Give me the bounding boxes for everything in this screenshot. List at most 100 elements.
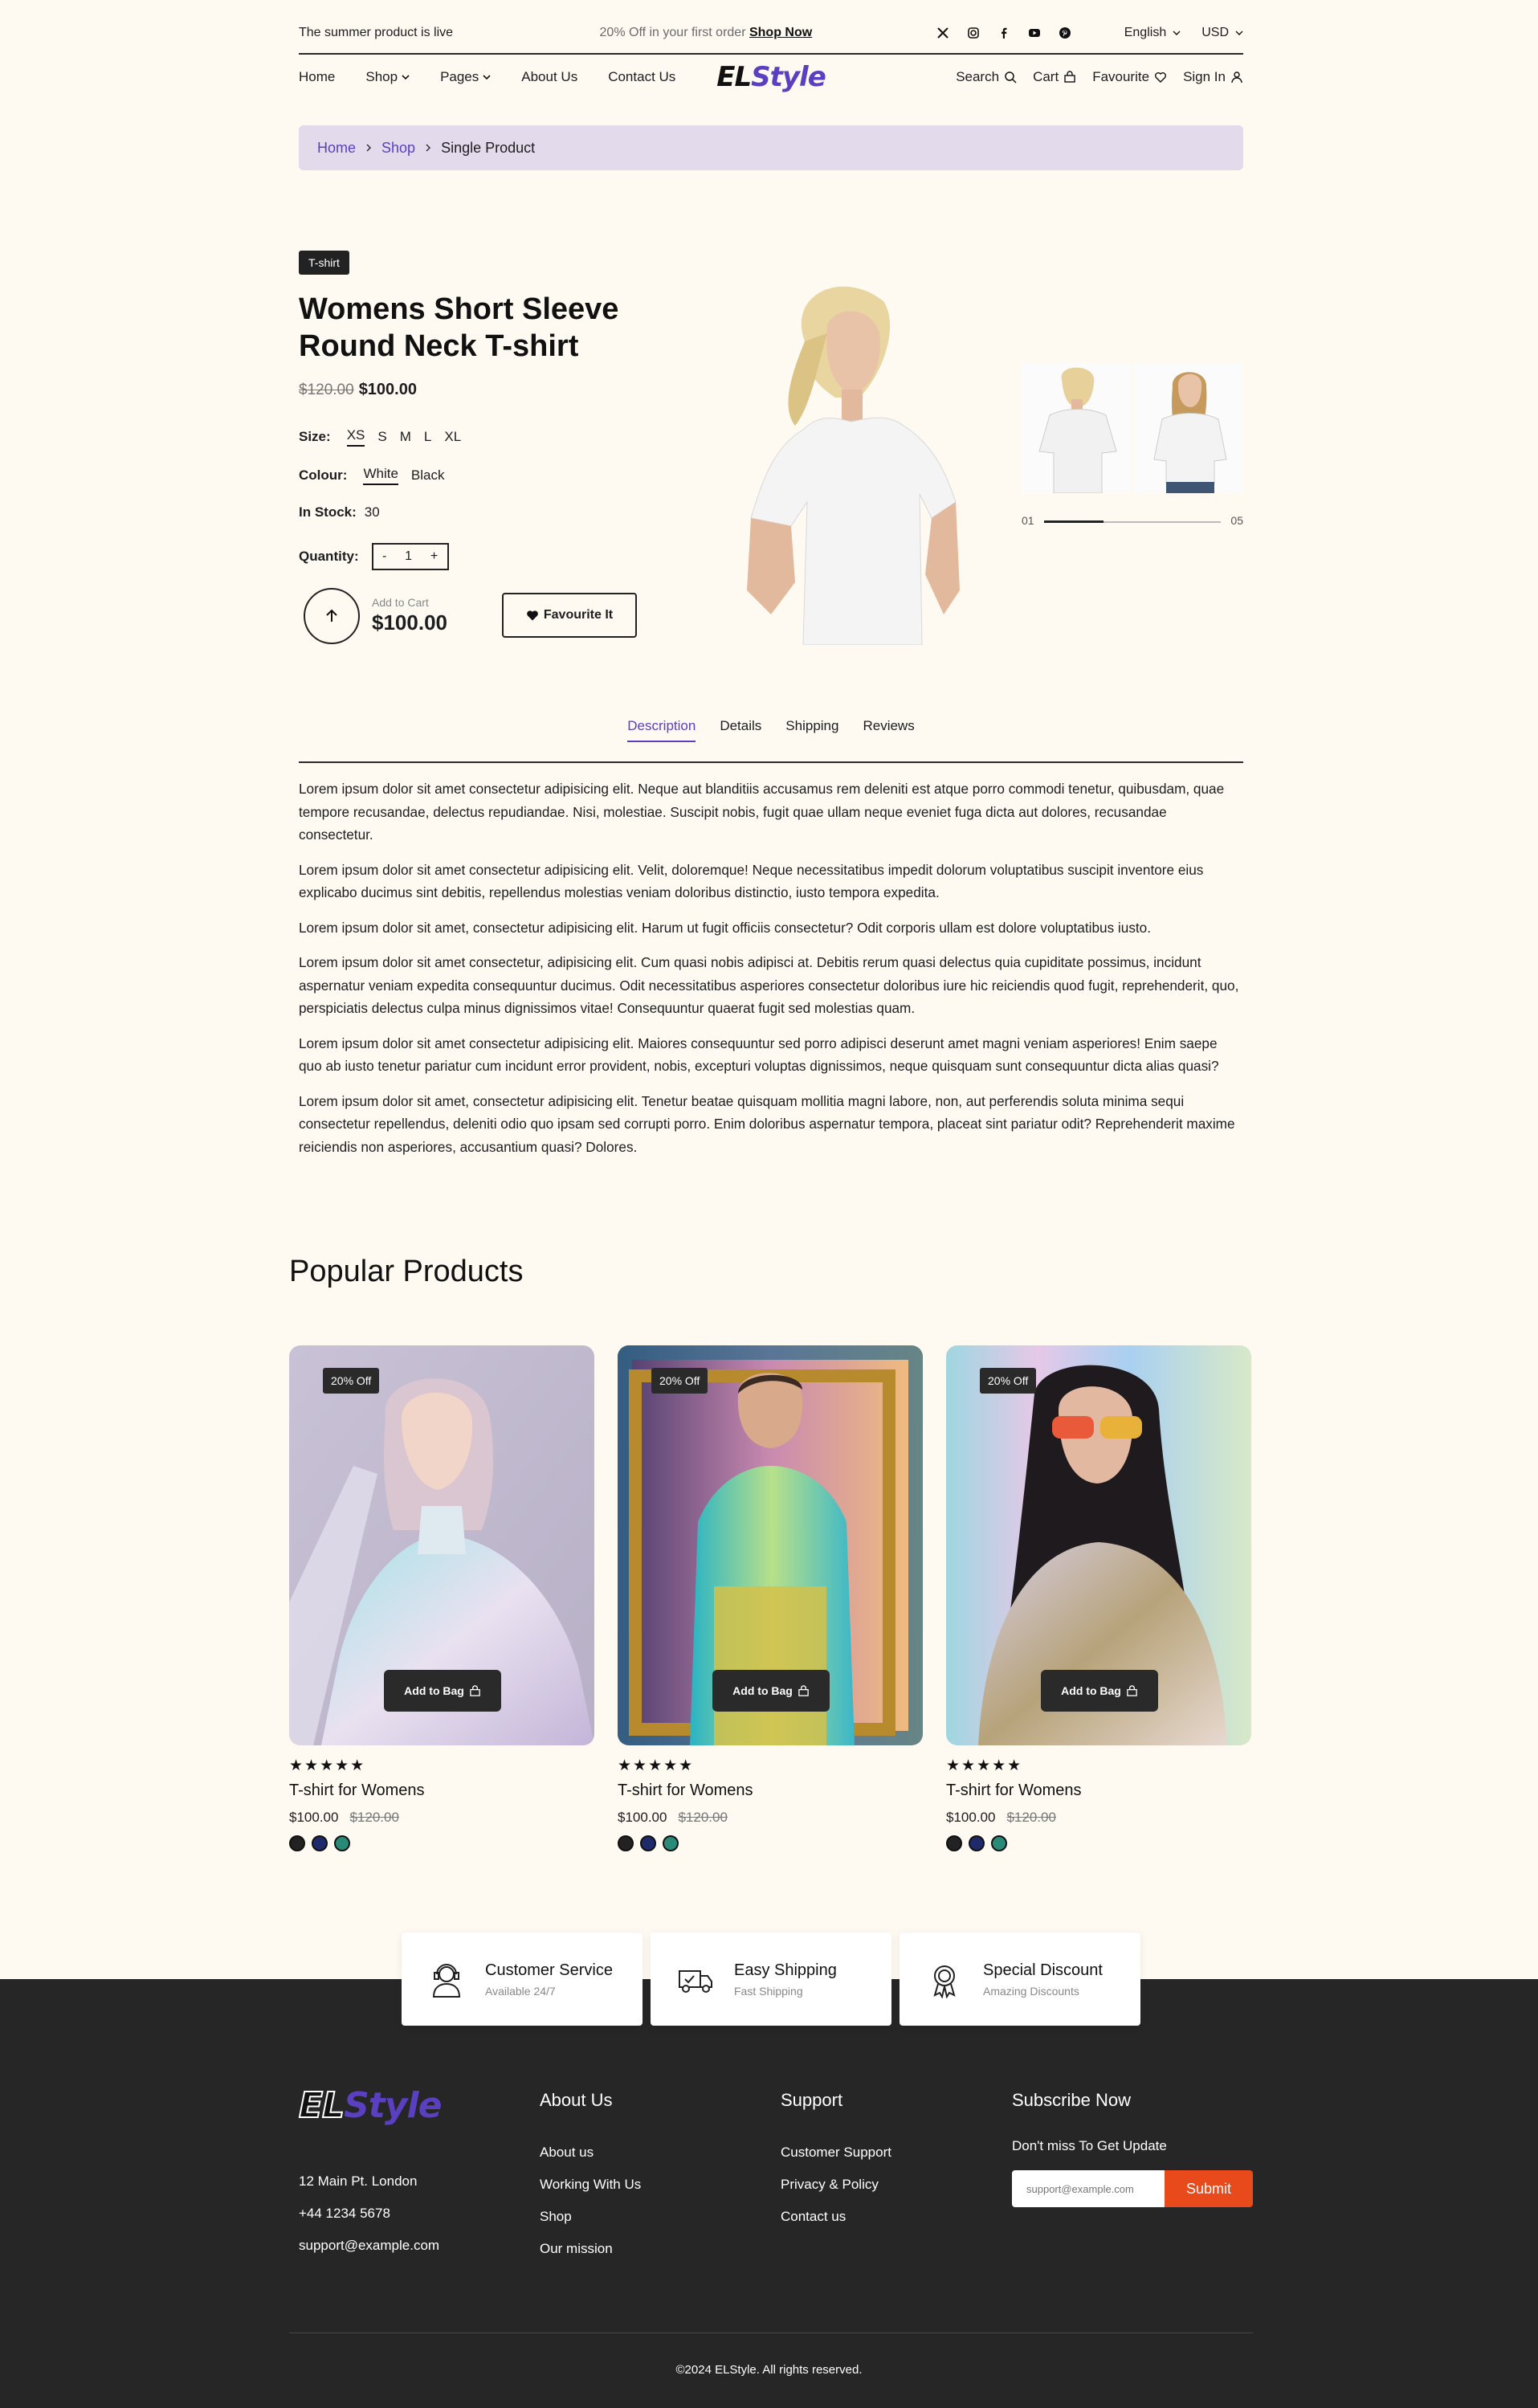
quantity-value[interactable]: 1	[405, 549, 412, 564]
add-to-bag-button[interactable]: Add to Bag	[712, 1670, 830, 1712]
product-card[interactable]: 20% Off Add to Bag ★★★★★ T-shirt for Wom…	[289, 1345, 594, 1851]
colour-option[interactable]: White	[363, 466, 398, 485]
bag-icon	[1127, 1684, 1137, 1696]
product-title: Womens Short Sleeve Round Neck T-shirt	[299, 292, 619, 363]
nav-about[interactable]: About Us	[521, 69, 577, 85]
product-price: $120.00 $100.00	[299, 381, 417, 399]
submit-button[interactable]: Submit	[1165, 2170, 1253, 2207]
description-paragraph: Lorem ipsum dolor sit amet consectetur, …	[299, 954, 1239, 1016]
subscribe-email-input[interactable]	[1012, 2170, 1165, 2207]
currency-select[interactable]: USD	[1201, 26, 1243, 40]
product-thumbnail[interactable]	[1022, 363, 1131, 493]
chevron-right-icon	[366, 144, 372, 152]
product-name[interactable]: T-shirt for Womens	[618, 1782, 923, 1800]
product-thumbnail[interactable]	[1134, 363, 1243, 493]
product-name[interactable]: T-shirt for Womens	[946, 1782, 1251, 1800]
promo-text: 20% Off in your first order Shop Now	[599, 26, 813, 39]
breadcrumb-home[interactable]: Home	[317, 140, 356, 157]
product-tabs: Description Details Shipping Reviews	[299, 718, 1243, 742]
color-swatch[interactable]	[991, 1835, 1007, 1851]
footer-link[interactable]: Working With Us	[540, 2177, 641, 2193]
add-to-cart-button[interactable]	[304, 588, 360, 644]
colour-option[interactable]: Black	[411, 467, 445, 484]
size-option[interactable]: XL	[444, 429, 461, 445]
description-paragraph: Lorem ipsum dolor sit amet, consectetur …	[299, 1092, 1235, 1155]
size-option[interactable]: S	[377, 429, 386, 445]
breadcrumb-shop[interactable]: Shop	[381, 140, 415, 157]
chevron-down-icon	[483, 75, 491, 80]
chevron-down-icon	[1235, 31, 1243, 35]
decrease-button[interactable]: -	[382, 549, 386, 564]
product-main-image[interactable]	[715, 277, 972, 645]
color-swatches	[946, 1835, 1251, 1851]
instagram-icon[interactable]	[967, 27, 980, 39]
rating-stars: ★★★★★	[946, 1757, 1023, 1774]
favourite-button[interactable]: Favourite	[1092, 69, 1167, 85]
nav-shop[interactable]: Shop	[365, 69, 410, 85]
color-swatch[interactable]	[312, 1835, 328, 1851]
footer-link[interactable]: Shop	[540, 2209, 641, 2225]
color-swatch[interactable]	[289, 1835, 305, 1851]
signin-button[interactable]: Sign In	[1183, 69, 1243, 85]
footer-email[interactable]: support@example.com	[299, 2230, 439, 2262]
site-logo[interactable]: ELStyle	[716, 61, 826, 93]
description-paragraph: Lorem ipsum dolor sit amet consectetur a…	[299, 861, 1204, 901]
rating-stars: ★★★★★	[289, 1757, 366, 1774]
old-price: $120.00	[678, 1810, 728, 1825]
search-icon	[1005, 71, 1017, 84]
product-price: $100.00	[618, 1810, 667, 1825]
current-price: $100.00	[358, 381, 417, 398]
footer-link[interactable]: Our mission	[540, 2241, 641, 2257]
copyright-text: ©2024 ELStyle. All rights reserved.	[675, 2363, 863, 2377]
footer-link[interactable]: Privacy & Policy	[781, 2177, 891, 2193]
tab-reviews[interactable]: Reviews	[863, 718, 914, 742]
rating-stars: ★★★★★	[618, 1757, 695, 1774]
description-paragraph: Lorem ipsum dolor sit amet consectetur a…	[299, 781, 1225, 843]
footer-link[interactable]: About us	[540, 2145, 641, 2161]
product-card[interactable]: 20% Off Add to Bag ★★★★★ T-shirt for Wom…	[618, 1345, 923, 1851]
bag-icon	[1064, 71, 1075, 83]
product-card-image[interactable]: 20% Off Add to Bag	[618, 1345, 923, 1745]
color-swatches	[618, 1835, 923, 1851]
nav-pages[interactable]: Pages	[440, 69, 491, 85]
tab-details[interactable]: Details	[720, 718, 761, 742]
footer-link[interactable]: Customer Support	[781, 2145, 891, 2161]
x-icon[interactable]	[936, 27, 949, 39]
color-swatch[interactable]	[969, 1835, 985, 1851]
size-option[interactable]: M	[400, 429, 411, 445]
color-swatch[interactable]	[334, 1835, 350, 1851]
color-swatch[interactable]	[946, 1835, 962, 1851]
footer-link[interactable]: Contact us	[781, 2209, 891, 2225]
discount-badge: 20% Off	[323, 1368, 380, 1394]
chevron-down-icon	[1173, 31, 1181, 35]
footer-address: 12 Main Pt. London	[299, 2173, 418, 2189]
tab-shipping[interactable]: Shipping	[785, 718, 838, 742]
cart-button[interactable]: Cart	[1033, 69, 1076, 85]
shop-now-link[interactable]: Shop Now	[749, 26, 812, 39]
facebook-icon[interactable]	[997, 27, 1010, 39]
language-select[interactable]: English	[1124, 26, 1181, 40]
favourite-it-button[interactable]: Favourite It	[502, 593, 637, 638]
youtube-icon[interactable]	[1028, 27, 1041, 39]
color-swatch[interactable]	[663, 1835, 679, 1851]
search-button[interactable]: Search	[956, 69, 1017, 85]
nav-contact[interactable]: Contact Us	[608, 69, 675, 85]
product-name[interactable]: T-shirt for Womens	[289, 1782, 594, 1800]
product-card[interactable]: 20% Off Add to Bag ★★★★★ T-shirt for Wom…	[946, 1345, 1251, 1851]
add-to-bag-button[interactable]: Add to Bag	[1041, 1670, 1158, 1712]
footer-logo[interactable]: ELStyle	[298, 2084, 442, 2127]
size-option[interactable]: XS	[346, 427, 365, 447]
section-title: Popular Products	[289, 1255, 524, 1288]
nav-home[interactable]: Home	[299, 69, 335, 85]
pinterest-icon[interactable]	[1059, 27, 1071, 39]
increase-button[interactable]: +	[430, 549, 438, 564]
product-card-image[interactable]: 20% Off Add to Bag	[289, 1345, 594, 1745]
add-to-bag-button[interactable]: Add to Bag	[384, 1670, 501, 1712]
product-card-image[interactable]: 20% Off Add to Bag	[946, 1345, 1251, 1745]
footer-phone[interactable]: +44 1234 5678	[299, 2198, 439, 2230]
color-swatch[interactable]	[618, 1835, 634, 1851]
color-swatch[interactable]	[640, 1835, 656, 1851]
size-option[interactable]: L	[424, 429, 431, 445]
tab-description[interactable]: Description	[627, 718, 696, 742]
image-slider-progress[interactable]: 01 05	[1022, 514, 1243, 530]
